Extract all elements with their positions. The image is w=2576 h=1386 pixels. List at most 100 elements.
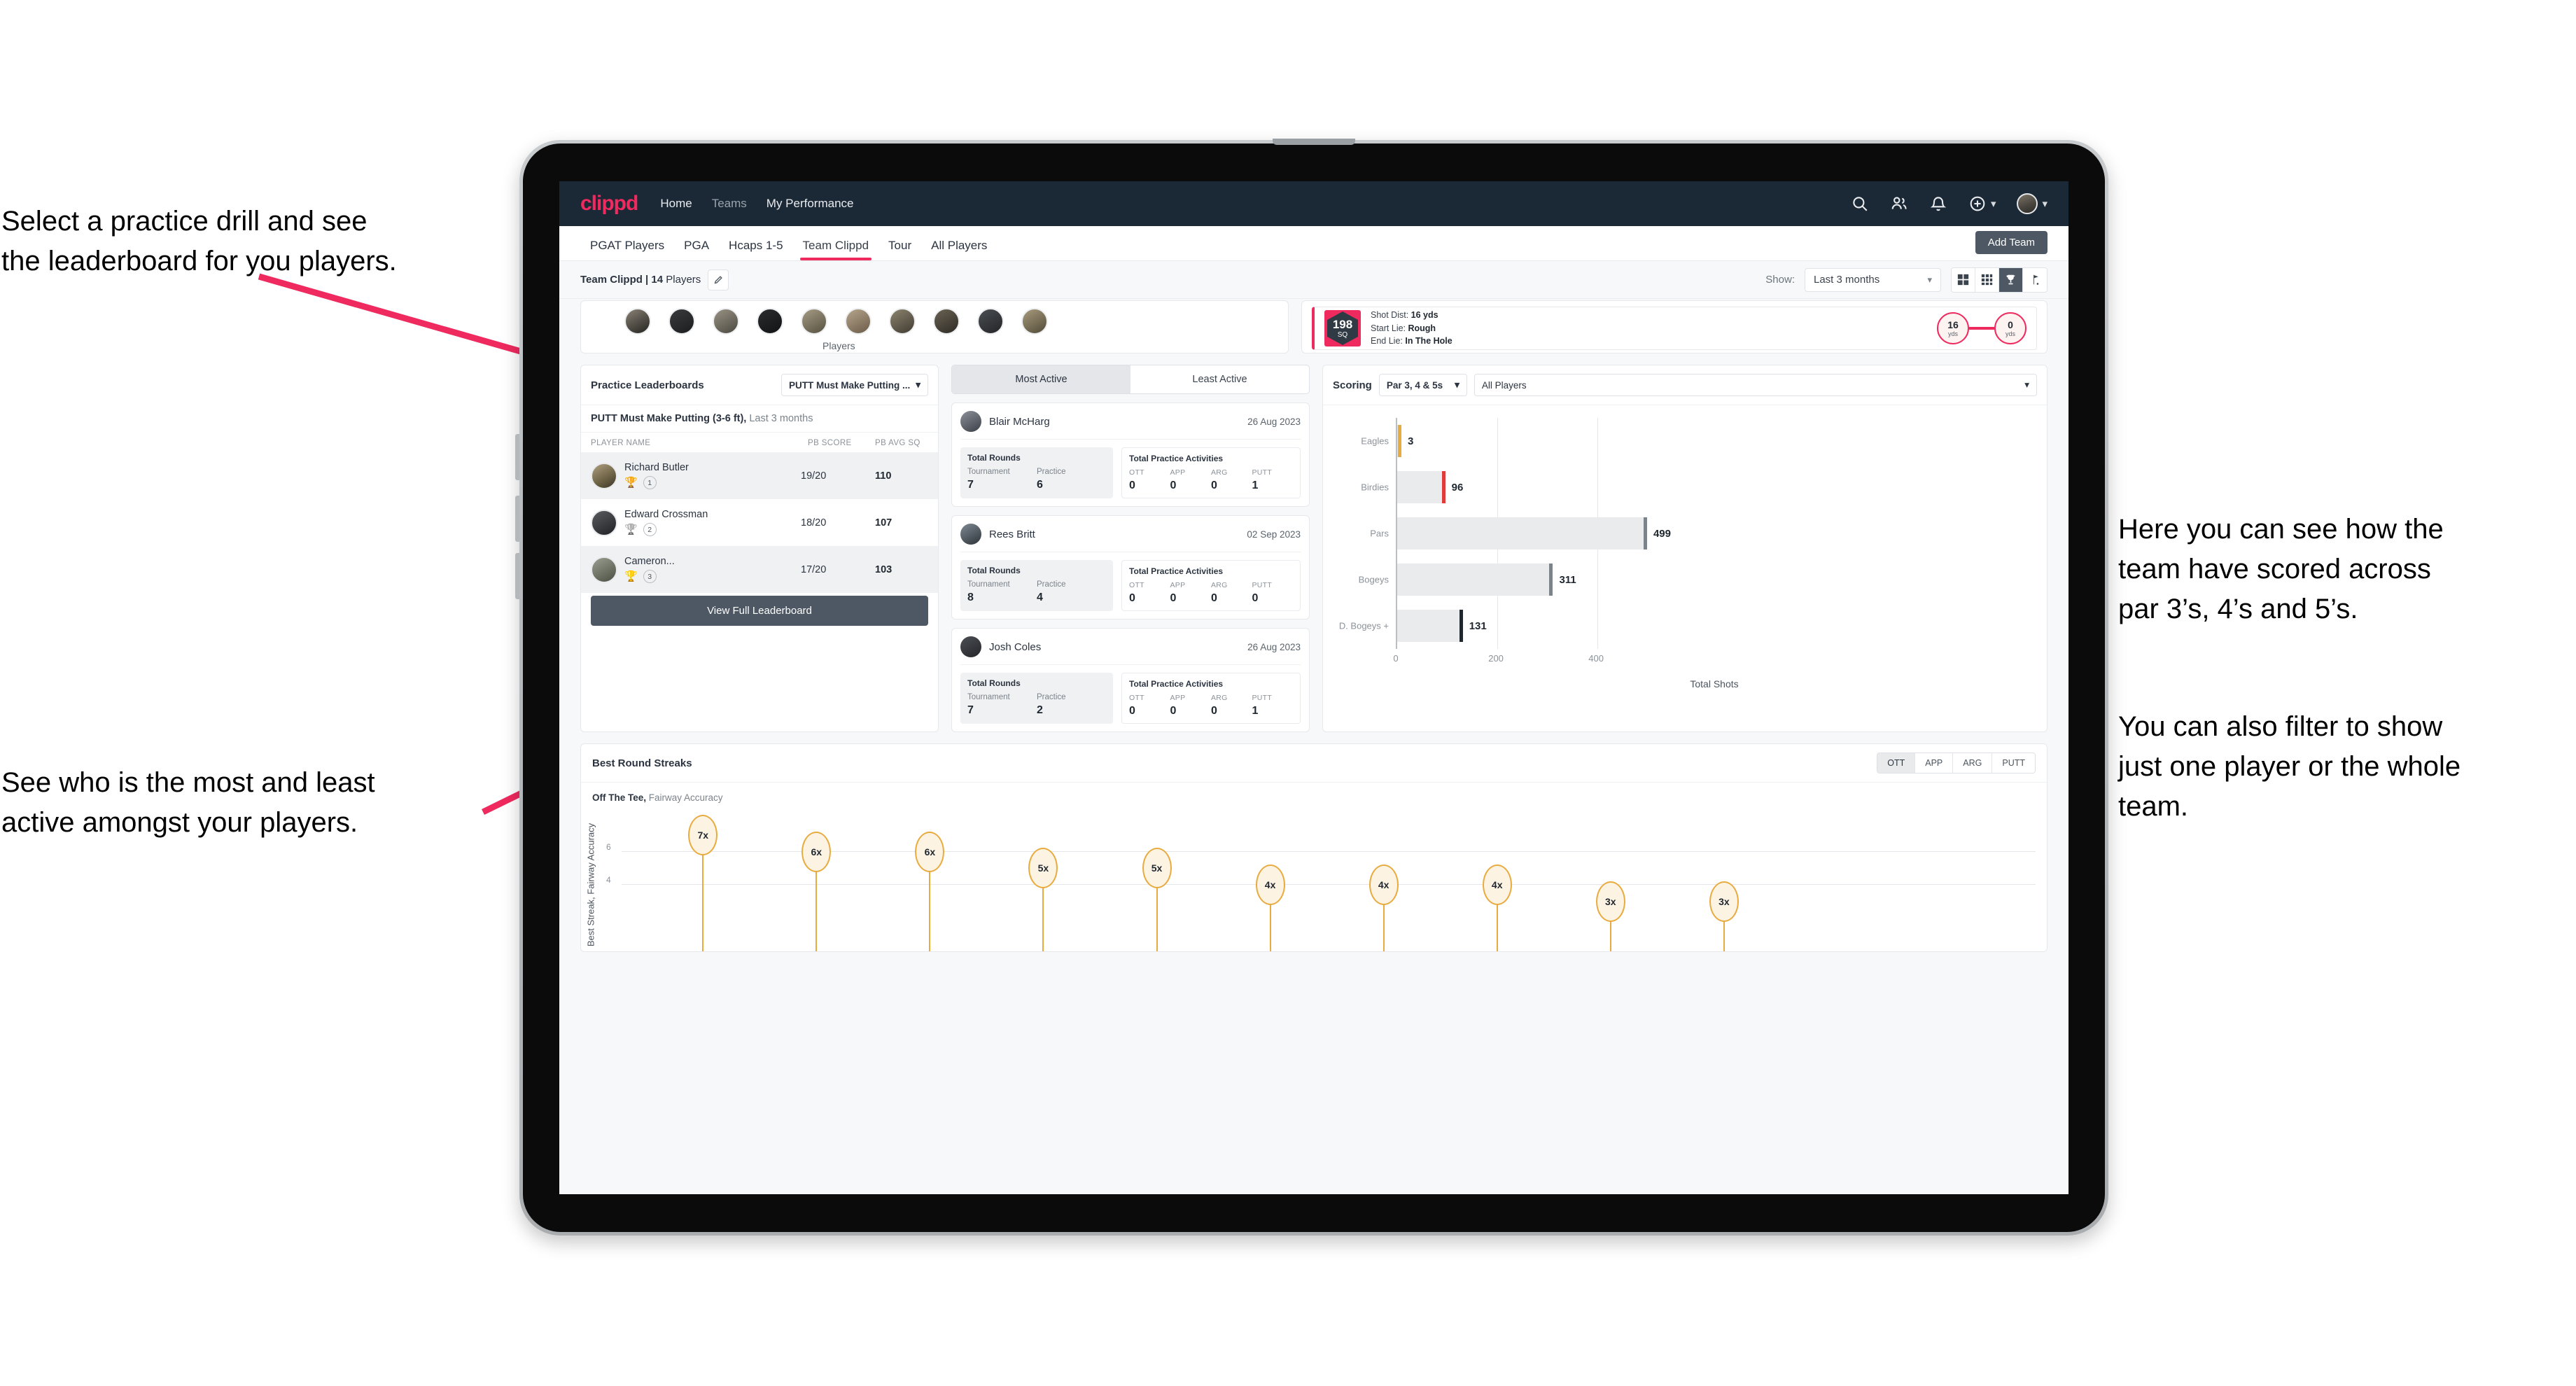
- navbar-actions: ▾ ▾: [1851, 193, 2047, 214]
- avatar: [960, 524, 981, 545]
- power-button[interactable]: [515, 553, 519, 599]
- lollipop-marker[interactable]: 6x: [915, 831, 945, 872]
- leaderboard-column-headers: PLAYER NAME PB SCORE PB AVG SQ: [581, 433, 938, 452]
- profile-menu[interactable]: ▾: [2017, 193, 2047, 214]
- lollipop-marker[interactable]: 5x: [1142, 848, 1172, 889]
- bar-value-label: 499: [1653, 527, 1671, 540]
- tournament-rounds: Tournament 8: [967, 580, 1037, 604]
- lollipop-marker[interactable]: 3x: [1595, 881, 1625, 922]
- table-row[interactable]: Cameron... 🏆 3 17/20 103: [581, 546, 938, 593]
- scoring-header: Scoring Par 3, 4 & 5s ▾ All Players ▾: [1323, 365, 2047, 405]
- tab-pgat-players[interactable]: PGAT Players: [580, 239, 674, 260]
- tab-least-active[interactable]: Least Active: [1130, 365, 1309, 393]
- nav-link-teams[interactable]: Teams: [712, 197, 747, 211]
- streaks-tabs: OTT APP ARG PUTT: [1877, 752, 2036, 774]
- list-item[interactable]: Rees Britt 02 Sep 2023 Total Rounds Tour…: [951, 515, 1310, 620]
- bell-icon[interactable]: [1929, 195, 1947, 213]
- lollipop-marker[interactable]: 5x: [1028, 848, 1058, 889]
- avatar[interactable]: [668, 308, 695, 335]
- activity-date: 26 Aug 2023: [1247, 416, 1301, 427]
- view-trophy-button[interactable]: [1999, 267, 2023, 292]
- drill-select[interactable]: PUTT Must Make Putting ... ▾: [780, 374, 928, 396]
- tab-app[interactable]: APP: [1915, 753, 1954, 773]
- bar: [1397, 471, 1446, 503]
- tab-pga[interactable]: PGA: [674, 239, 719, 260]
- view-full-leaderboard-button[interactable]: View Full Leaderboard: [591, 596, 928, 626]
- chevron-down-icon: ▾: [2024, 379, 2029, 390]
- tournament-label: Tournament: [967, 468, 1010, 476]
- avatar[interactable]: [713, 308, 739, 335]
- volume-button-up[interactable]: [515, 434, 519, 480]
- app-logo[interactable]: clippd: [580, 192, 638, 216]
- nav-link-home[interactable]: Home: [660, 197, 692, 211]
- plus-circle-icon[interactable]: [1968, 195, 1987, 213]
- tab-arg[interactable]: ARG: [1953, 753, 1993, 773]
- player-name: Rees Britt: [989, 528, 1035, 540]
- search-icon[interactable]: [1851, 195, 1869, 213]
- shot-start-unit: yds: [1947, 330, 1958, 337]
- player-filter-select[interactable]: All Players ▾: [1474, 374, 2037, 396]
- total-rounds-values: Tournament 7 Practice 6: [967, 468, 1106, 491]
- avatar[interactable]: [624, 308, 651, 335]
- bar: [1397, 564, 1553, 596]
- list-item[interactable]: Josh Coles 26 Aug 2023 Total Rounds Tour…: [951, 628, 1310, 732]
- avatar[interactable]: [933, 308, 960, 335]
- practice-activities-values: OTT 0 APP 0 ARG 0 PUTT 1: [1129, 468, 1293, 492]
- bar-value-label: 96: [1451, 481, 1464, 493]
- tab-all-players[interactable]: All Players: [921, 239, 997, 260]
- par-filter-select[interactable]: Par 3, 4 & 5s ▾: [1378, 374, 1467, 396]
- hexagon-icon: 198 SQ: [1327, 312, 1358, 345]
- lollipop-marker[interactable]: 7x: [688, 814, 718, 855]
- add-menu[interactable]: ▾: [1968, 195, 1996, 213]
- activity-card-body: Total Rounds Tournament 7 Practice: [960, 673, 1301, 724]
- volume-button-down[interactable]: [515, 496, 519, 542]
- avatar[interactable]: [801, 308, 827, 335]
- tab-tour[interactable]: Tour: [878, 239, 921, 260]
- tab-hcaps-1-5[interactable]: Hcaps 1-5: [719, 239, 792, 260]
- avatar[interactable]: [757, 308, 783, 335]
- lollipop-marker[interactable]: 3x: [1709, 881, 1739, 922]
- nav-link-my-performance[interactable]: My Performance: [766, 197, 854, 211]
- lollipop-marker[interactable]: 4x: [1255, 864, 1285, 905]
- view-golf-flag-button[interactable]: [2023, 267, 2047, 292]
- streaks-metric-row: Off The Tee, Fairway Accuracy: [581, 782, 2047, 803]
- people-icon[interactable]: [1890, 195, 1908, 213]
- avatar[interactable]: [1021, 308, 1048, 335]
- table-row[interactable]: Richard Butler 🏆 1 19/20 110: [581, 452, 938, 499]
- streaks-metric: Off The Tee, Fairway Accuracy: [592, 783, 2036, 803]
- streaks-metric-bold: Off The Tee,: [592, 792, 647, 803]
- table-row[interactable]: Edward Crossman 🏆 2 18/20 107: [581, 499, 938, 546]
- practice-value: 2: [1037, 704, 1043, 716]
- avatar[interactable]: [889, 308, 916, 335]
- lollipop-marker[interactable]: 4x: [1368, 864, 1399, 905]
- edit-team-button[interactable]: [708, 269, 729, 290]
- view-grid-small-button[interactable]: [1975, 267, 1999, 292]
- avatar[interactable]: [2017, 193, 2038, 214]
- bar-cap: [1398, 425, 1401, 457]
- avatar[interactable]: [845, 308, 872, 335]
- team-title: Team Clippd | 14 Players: [580, 274, 701, 286]
- lollipop-stem: 5x: [1028, 848, 1058, 951]
- practice-leaderboards-panel: Practice Leaderboards PUTT Must Make Put…: [580, 365, 939, 732]
- tab-most-active[interactable]: Most Active: [952, 365, 1130, 393]
- lollipop-marker[interactable]: 4x: [1482, 864, 1512, 905]
- view-grid-large-button[interactable]: [1952, 267, 1975, 292]
- shot-start-node: 16 yds: [1937, 312, 1969, 344]
- avatar[interactable]: [977, 308, 1004, 335]
- grid-line: [622, 884, 2036, 885]
- tab-ott[interactable]: OTT: [1877, 753, 1916, 773]
- lollipop-stem: 6x: [802, 831, 832, 951]
- bar-value-label: 131: [1469, 620, 1487, 632]
- date-range-select[interactable]: Last 3 months ▾: [1805, 267, 1941, 292]
- app-value: 0: [1170, 592, 1177, 604]
- player-name: Richard Butler: [624, 462, 689, 473]
- tab-putt[interactable]: PUTT: [1992, 753, 2035, 773]
- shot-row[interactable]: 198 SQ Shot Dist: 16 yds Start Lie: Roug…: [1312, 307, 2037, 350]
- lollipop-marker[interactable]: 6x: [802, 831, 832, 872]
- add-team-button[interactable]: Add Team: [1975, 231, 2047, 254]
- avatar: [960, 411, 981, 432]
- pb-score: 19/20: [801, 470, 827, 482]
- tab-team-clippd[interactable]: Team Clippd: [793, 239, 879, 260]
- shot-detail-card: 198 SQ Shot Dist: 16 yds Start Lie: Roug…: [1301, 300, 2047, 354]
- list-item[interactable]: Blair McHarg 26 Aug 2023 Total Rounds To…: [951, 402, 1310, 507]
